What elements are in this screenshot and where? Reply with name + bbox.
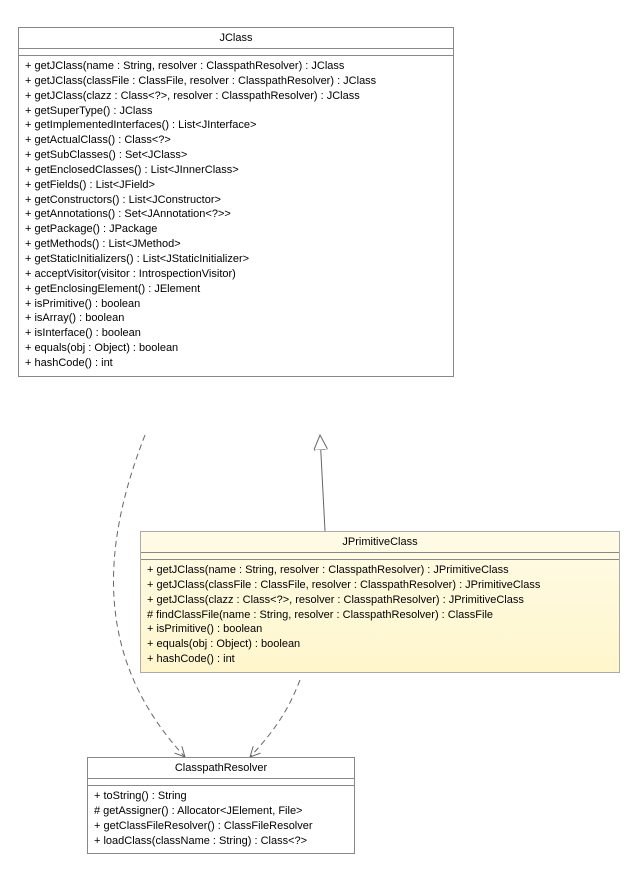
class-operations: + getJClass(name : String, resolver : Cl… [141, 560, 619, 672]
operation: + getClassFileResolver() : ClassFileReso… [94, 819, 348, 834]
class-operations: + getJClass(name : String, resolver : Cl… [19, 56, 453, 376]
operation: + isArray() : boolean [25, 311, 447, 326]
operation: + getSuperType() : JClass [25, 104, 447, 119]
operation: + getEnclosedClasses() : List<JInnerClas… [25, 163, 447, 178]
operation: + getJClass(name : String, resolver : Cl… [147, 563, 613, 578]
operation: # findClassFile(name : String, resolver … [147, 608, 613, 623]
uml-diagram: JClass + getJClass(name : String, resolv… [0, 0, 638, 869]
class-attributes-empty [88, 779, 354, 786]
dependency-jprimitive-to-classpathresolver [250, 680, 300, 757]
operation: + getJClass(clazz : Class<?>, resolver :… [25, 89, 447, 104]
operation: + getSubClasses() : Set<JClass> [25, 148, 447, 163]
operation: + getMethods() : List<JMethod> [25, 237, 447, 252]
class-title: JPrimitiveClass [141, 532, 619, 553]
class-classpathresolver: ClasspathResolver + toString() : String … [87, 757, 355, 854]
operation: + acceptVisitor(visitor : IntrospectionV… [25, 267, 447, 282]
operation: + getAnnotations() : Set<JAnnotation<?>> [25, 207, 447, 222]
class-jprimitiveclass: JPrimitiveClass + getJClass(name : Strin… [140, 531, 620, 673]
operation: + hashCode() : int [147, 652, 613, 667]
operation: + getImplementedInterfaces() : List<JInt… [25, 118, 447, 133]
class-operations: + toString() : String # getAssigner() : … [88, 786, 354, 853]
class-attributes-empty [141, 553, 619, 560]
operation: + getFields() : List<JField> [25, 178, 447, 193]
operation: # getAssigner() : Allocator<JElement, Fi… [94, 804, 348, 819]
class-title: JClass [19, 28, 453, 49]
operation: + loadClass(className : String) : Class<… [94, 834, 348, 849]
operation: + isPrimitive() : boolean [25, 297, 447, 312]
operation: + getConstructors() : List<JConstructor> [25, 193, 447, 208]
class-title: ClasspathResolver [88, 758, 354, 779]
generalization-jprimitive-to-jclass [320, 435, 325, 531]
class-attributes-empty [19, 49, 453, 56]
operation: + getJClass(classFile : ClassFile, resol… [147, 578, 613, 593]
operation: + getJClass(clazz : Class<?>, resolver :… [147, 593, 613, 608]
operation: + isInterface() : boolean [25, 326, 447, 341]
operation: + getStaticInitializers() : List<JStatic… [25, 252, 447, 267]
class-jclass: JClass + getJClass(name : String, resolv… [18, 27, 454, 377]
operation: + getEnclosingElement() : JElement [25, 282, 447, 297]
operation: + toString() : String [94, 789, 348, 804]
operation: + getPackage() : JPackage [25, 222, 447, 237]
operation: + equals(obj : Object) : boolean [147, 637, 613, 652]
operation: + getJClass(name : String, resolver : Cl… [25, 59, 447, 74]
operation: + isPrimitive() : boolean [147, 622, 613, 637]
operation: + equals(obj : Object) : boolean [25, 341, 447, 356]
operation: + getActualClass() : Class<?> [25, 133, 447, 148]
operation: + getJClass(classFile : ClassFile, resol… [25, 74, 447, 89]
operation: + hashCode() : int [25, 356, 447, 371]
